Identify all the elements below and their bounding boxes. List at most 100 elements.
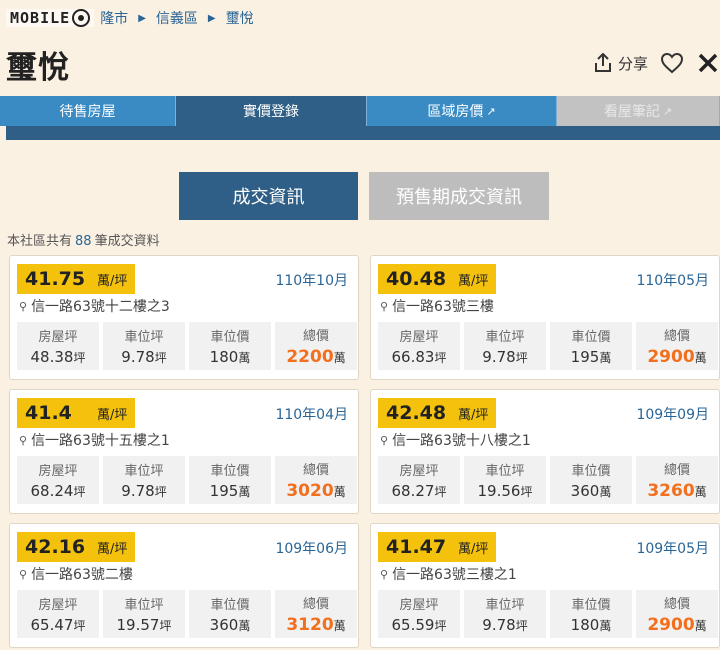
transaction-date: 109年06月	[275, 541, 348, 557]
transaction-card[interactable]: 41.4 萬/坪 110年04月 ⚲ 信一路63號十五樓之1 房屋坪 68.24…	[9, 389, 359, 514]
stat-parking-price: 車位價 195萬	[189, 456, 271, 504]
unit-price-badge: 42.48 萬/坪	[378, 398, 496, 428]
stat-total-price: 總價 3020萬	[275, 456, 357, 504]
stat-area: 房屋坪 65.59坪	[378, 590, 460, 638]
location-pin-icon: ⚲	[380, 433, 389, 447]
share-icon	[594, 53, 611, 72]
unit-price-label: 萬/坪	[458, 541, 489, 557]
tab-actual-price[interactable]: 實價登錄	[176, 96, 367, 126]
favorite-button[interactable]	[660, 52, 684, 74]
unit-price: 40.48	[386, 268, 447, 290]
breadcrumb-city[interactable]: 隆市	[100, 8, 128, 28]
unit-price: 42.16	[25, 536, 86, 558]
close-button[interactable]	[698, 53, 718, 73]
location-pin-icon: ⚲	[380, 299, 389, 313]
stat-parking-area: 車位坪 9.78坪	[103, 456, 185, 504]
deals-toggle-button[interactable]: 成交資訊	[179, 172, 358, 220]
page-title: 璽悅	[6, 50, 70, 86]
logo-circle-icon	[72, 9, 91, 27]
close-icon	[698, 53, 718, 73]
transaction-card[interactable]: 41.75 萬/坪 110年10月 ⚲ 信一路63號十二樓之3 房屋坪 48.3…	[9, 255, 359, 380]
stat-total-price: 總價 3120萬	[275, 590, 357, 638]
transaction-card[interactable]: 41.47 萬/坪 109年05月 ⚲ 信一路63號三樓之1 房屋坪 65.59…	[370, 523, 720, 648]
stat-parking-price: 車位價 180萬	[550, 590, 632, 638]
transaction-date: 110年04月	[275, 407, 348, 423]
unit-price: 41.75	[25, 268, 86, 290]
stat-area: 房屋坪 48.38坪	[17, 322, 99, 370]
address: ⚲ 信一路63號十八樓之1	[380, 433, 531, 449]
address: ⚲ 信一路63號十二樓之3	[19, 299, 170, 315]
transaction-date: 110年10月	[275, 273, 348, 289]
external-link-icon: ↗	[486, 104, 496, 118]
chevron-right-icon: ▶	[207, 12, 216, 24]
transaction-card[interactable]: 42.48 萬/坪 109年09月 ⚲ 信一路63號十八樓之1 房屋坪 68.2…	[370, 389, 720, 514]
transaction-count: 88	[75, 234, 92, 249]
stat-parking-area: 車位坪 19.57坪	[103, 590, 185, 638]
unit-price-label: 萬/坪	[458, 407, 489, 423]
site-logo[interactable]: MOBILE	[6, 9, 95, 27]
scrolled-header-strip	[6, 126, 720, 140]
presale-toggle-button[interactable]: 預售期成交資訊	[369, 172, 549, 220]
external-link-icon: ↗	[662, 104, 673, 118]
breadcrumb-community: 璽悅	[225, 11, 254, 27]
unit-price-label: 萬/坪	[458, 273, 489, 289]
stats-row: 房屋坪 68.27坪 車位坪 19.56坪 車位價 360萬 總價 3260萬	[378, 456, 718, 504]
stat-area: 房屋坪 68.24坪	[17, 456, 99, 504]
stat-area: 房屋坪 66.83坪	[378, 322, 460, 370]
unit-price: 42.48	[386, 402, 447, 424]
stat-area: 房屋坪 65.47坪	[17, 590, 99, 638]
stat-parking-area: 車位坪 9.78坪	[464, 322, 546, 370]
stat-parking-area: 車位坪 9.78坪	[464, 590, 546, 638]
stat-total-price: 總價 2900萬	[636, 590, 718, 638]
stat-area: 房屋坪 68.27坪	[378, 456, 460, 504]
stat-total-price: 總價 2900萬	[636, 322, 718, 370]
main-tabs: 待售房屋 實價登錄 區域房價 ↗ 看屋筆記 ↗	[0, 96, 720, 126]
stat-total-price: 總價 2200萬	[275, 322, 357, 370]
location-pin-icon: ⚲	[19, 299, 28, 313]
chevron-right-icon: ▶	[138, 12, 146, 24]
transaction-date: 109年05月	[636, 541, 709, 557]
location-pin-icon: ⚲	[380, 567, 389, 581]
stats-row: 房屋坪 68.24坪 車位坪 9.78坪 車位價 195萬 總價 3020萬	[17, 456, 357, 504]
stat-parking-price: 車位價 360萬	[550, 456, 632, 504]
unit-price-label: 萬/坪	[97, 407, 128, 423]
header-actions: 分享	[594, 48, 720, 78]
unit-price: 41.47	[386, 536, 447, 558]
location-pin-icon: ⚲	[19, 433, 28, 447]
unit-price-label: 萬/坪	[97, 541, 128, 557]
heart-icon	[660, 52, 684, 74]
stat-parking-price: 車位價 360萬	[189, 590, 271, 638]
transaction-date: 109年09月	[636, 407, 709, 423]
transaction-card[interactable]: 42.16 萬/坪 109年06月 ⚲ 信一路63號二樓 房屋坪 65.47坪 …	[9, 523, 359, 648]
unit-price-badge: 40.48 萬/坪	[378, 264, 496, 294]
stat-parking-price: 車位價 195萬	[550, 322, 632, 370]
transaction-date: 110年05月	[636, 273, 709, 289]
address: ⚲ 信一路63號十五樓之1	[19, 433, 170, 449]
stats-row: 房屋坪 48.38坪 車位坪 9.78坪 車位價 180萬 總價 2200萬	[17, 322, 357, 370]
breadcrumb-district[interactable]: 信義區	[156, 8, 198, 28]
breadcrumb: MOBILE 隆市 ▶ 信義區 ▶ 璽悅	[0, 0, 720, 36]
address: ⚲ 信一路63號三樓之1	[380, 567, 517, 583]
address: ⚲ 信一路63號二樓	[19, 567, 133, 583]
unit-price-badge: 41.75 萬/坪	[17, 264, 135, 294]
stat-parking-area: 車位坪 19.56坪	[464, 456, 546, 504]
tab-for-sale[interactable]: 待售房屋	[0, 96, 176, 126]
share-button[interactable]: 分享	[594, 53, 648, 74]
stats-row: 房屋坪 65.47坪 車位坪 19.57坪 車位價 360萬 總價 3120萬	[17, 590, 357, 638]
unit-price-badge: 42.16 萬/坪	[17, 532, 135, 562]
stat-parking-price: 車位價 180萬	[189, 322, 271, 370]
transaction-card[interactable]: 40.48 萬/坪 110年05月 ⚲ 信一路63號三樓 房屋坪 66.83坪 …	[370, 255, 720, 380]
stat-parking-area: 車位坪 9.78坪	[103, 322, 185, 370]
stats-row: 房屋坪 65.59坪 車位坪 9.78坪 車位價 180萬 總價 2900萬	[378, 590, 718, 638]
unit-price-badge: 41.47 萬/坪	[378, 532, 496, 562]
transaction-summary: 本社區共有 88 筆成交資料	[7, 234, 160, 249]
unit-price-badge: 41.4 萬/坪	[17, 398, 135, 428]
tab-viewing-notes[interactable]: 看屋筆記 ↗	[557, 96, 720, 126]
location-pin-icon: ⚲	[19, 567, 28, 581]
tab-area-price[interactable]: 區域房價 ↗	[367, 96, 557, 126]
stat-total-price: 總價 3260萬	[636, 456, 718, 504]
unit-price: 41.4	[25, 402, 72, 424]
unit-price-label: 萬/坪	[97, 273, 128, 289]
stats-row: 房屋坪 66.83坪 車位坪 9.78坪 車位價 195萬 總價 2900萬	[378, 322, 718, 370]
address: ⚲ 信一路63號三樓	[380, 299, 494, 315]
